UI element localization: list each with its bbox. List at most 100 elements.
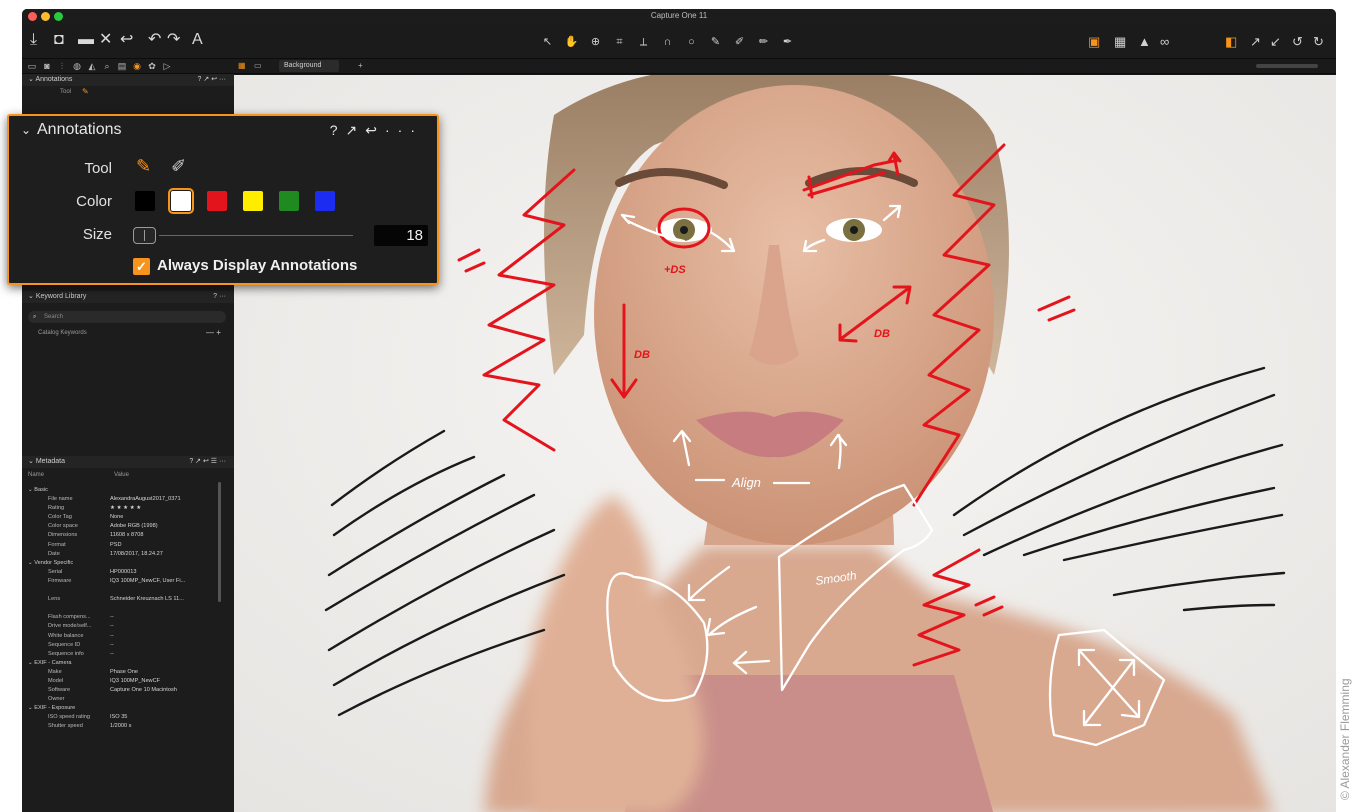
import-icon[interactable]: ⤓ <box>30 30 37 50</box>
crop-tool-icon[interactable]: ⌗ <box>609 33 630 51</box>
browser-grid-icon[interactable]: ▦ <box>1114 33 1126 51</box>
metadata-group[interactable]: ⌄ EXIF - Exposure <box>22 704 222 713</box>
proof-icon[interactable]: ∞ <box>1160 33 1169 51</box>
add-button[interactable]: + <box>358 61 363 70</box>
output-tab-icon[interactable]: ▷ <box>161 59 173 73</box>
metadata-tab-icon[interactable]: ✿ <box>146 59 158 73</box>
brush-tool-icon[interactable]: ✎ <box>705 33 726 51</box>
background-select[interactable]: Background <box>279 60 339 72</box>
metadata-panel-header[interactable]: ⌄ Metadata ? ↗ ↩ ☰ ··· <box>22 456 234 468</box>
redo-icon[interactable]: ↷ <box>167 30 180 50</box>
viewer-mode-icon[interactable]: ▣ <box>1088 33 1100 51</box>
edit-selected-icon[interactable]: ◧ <box>1225 33 1237 51</box>
adjustments-tab-icon[interactable]: ◉ <box>131 59 143 73</box>
reset-icon[interactable]: ↩ <box>365 122 385 138</box>
library-tab-icon[interactable]: ▭ <box>26 59 38 73</box>
metadata-key: Sequence info <box>48 650 84 657</box>
color-tab-icon[interactable]: ◍ <box>71 59 83 73</box>
help-icon[interactable]: ? <box>330 122 346 138</box>
text-icon[interactable]: A <box>192 30 203 50</box>
metadata-scrollbar[interactable] <box>218 482 221 602</box>
zoom-tool-icon[interactable]: ⊕ <box>585 33 606 51</box>
annotations-panel-header[interactable]: ⌄ Annotations ? ↗ ↩ ··· <box>22 74 234 86</box>
metadata-key: Software <box>48 687 71 694</box>
keyword-add-remove[interactable]: — + <box>206 328 221 337</box>
refresh-icon[interactable]: ↻ <box>1313 33 1324 51</box>
db-left-label: DB <box>634 349 650 361</box>
single-view-icon[interactable]: ▦ <box>238 61 246 70</box>
metadata-row: Model IQ3 100MP_NewCF <box>22 677 222 686</box>
align-label: Align <box>731 475 761 490</box>
select-tool-icon[interactable]: ↖ <box>537 33 558 51</box>
multi-view-icon[interactable]: ▭ <box>254 61 262 70</box>
metadata-key: Model <box>48 677 64 684</box>
metadata-row: Serial HP000013 <box>22 568 222 577</box>
metadata-row: Firmware IQ3 100MP_NewCF, User Fi... <box>22 577 222 586</box>
mini-pencil-icon[interactable]: ✎ <box>82 87 89 96</box>
reset-icon[interactable]: ↺ <box>1292 33 1303 51</box>
lens-tab-icon[interactable]: ⫶ <box>56 59 68 73</box>
metadata-value: -- <box>110 614 114 621</box>
undo-back-icon[interactable]: ↶ <box>148 30 161 50</box>
search-placeholder: Search <box>44 314 64 320</box>
catalog-keywords-label: Catalog Keywords <box>38 330 87 336</box>
panel-controls[interactable]: ? ··· <box>213 291 226 303</box>
metadata-key: Dimensions <box>48 532 78 539</box>
cursor-tools: ↖ ✋ ⊕ ⌗ ⟂ ∩ ○ ✎ ✐ ✏ ✒ <box>537 33 817 51</box>
color-swatch[interactable] <box>315 191 335 211</box>
keystone-tool-icon[interactable]: ∩ <box>657 33 678 51</box>
metadata-row: Sequence info -- <box>22 650 222 659</box>
gradient-tool-icon[interactable]: ✏ <box>753 33 774 51</box>
metadata-value: -- <box>110 650 114 657</box>
exposure-warning-icon[interactable]: ▲ <box>1138 33 1151 51</box>
annotation-tool-icon[interactable]: ✒ <box>777 33 798 51</box>
eraser-tool-icon[interactable]: ✐ <box>171 156 186 177</box>
metadata-group[interactable]: ⌄ Vendor Specific <box>22 559 222 568</box>
always-display-label[interactable]: Always Display Annotations <box>157 257 357 274</box>
metadata-value: 17/08/2017, 18.24.27 <box>110 550 163 557</box>
close-icon[interactable]: ✕ <box>99 30 112 50</box>
camera-icon[interactable]: ◘ <box>54 30 64 50</box>
metadata-key: Color space <box>48 523 78 530</box>
spot-tool-icon[interactable]: ○ <box>681 33 702 51</box>
browser-icon[interactable]: ▬ <box>78 30 94 50</box>
expand-icon[interactable]: ↗ <box>346 122 366 138</box>
zoom-slider[interactable] <box>1256 64 1318 68</box>
size-slider-knob[interactable] <box>133 227 156 244</box>
metadata-value: ★ ★ ★ ★ ★ <box>110 505 142 512</box>
color-swatch[interactable] <box>135 191 155 211</box>
metadata-row: Make Phase One <box>22 668 222 677</box>
size-slider-track[interactable] <box>159 235 353 236</box>
keyword-library-header[interactable]: ⌄ Keyword Library ? ··· <box>22 291 234 303</box>
metadata-key: White balance <box>48 632 84 639</box>
pencil-tool-icon[interactable]: ✎ <box>136 156 151 177</box>
more-icon[interactable]: ··· <box>385 122 423 138</box>
capture-tab-icon[interactable]: ◙ <box>41 59 53 73</box>
exposure-tab-icon[interactable]: ◭ <box>86 59 98 73</box>
apply-icon[interactable]: ↙ <box>1270 33 1281 51</box>
title-bar: Capture One 11 <box>22 9 1336 25</box>
color-swatch[interactable] <box>168 188 194 214</box>
color-swatch[interactable] <box>207 191 227 211</box>
color-swatch[interactable] <box>243 191 263 211</box>
copy-icon[interactable]: ↗ <box>1250 33 1261 51</box>
metadata-group[interactable]: ⌄ Basic <box>22 486 222 495</box>
metadata-row: White balance -- <box>22 632 222 641</box>
undo-icon[interactable]: ↩ <box>120 30 133 50</box>
straighten-tool-icon[interactable]: ⟂ <box>633 33 654 51</box>
panel-controls[interactable]: ? ↗ ↩ ··· <box>198 74 226 86</box>
pan-tool-icon[interactable]: ✋ <box>561 33 582 51</box>
size-value-field[interactable]: 18 <box>374 225 428 246</box>
details-tab-icon[interactable]: ⌕ <box>101 59 113 73</box>
eraser-tool-icon[interactable]: ✐ <box>729 33 750 51</box>
tool-tabs: ▭ ◙ ⫶ ◍ ◭ ⌕ ▤ ◉ ✿ ▷ <box>22 59 234 74</box>
color-swatch[interactable] <box>279 191 299 211</box>
keyword-search-input[interactable]: ⌕ Search <box>28 311 226 323</box>
metadata-group[interactable]: ⌄ EXIF - Camera <box>22 659 222 668</box>
panel-controls[interactable]: ? ↗ ↩ ☰ ··· <box>189 456 226 468</box>
popup-title[interactable]: ⌄ Annotations <box>21 121 122 139</box>
always-display-checkbox[interactable]: ✓ <box>133 258 150 275</box>
metadata-row: File name AlexandraAugust2017_0371 <box>22 495 222 504</box>
metadata-value: Adobe RGB (1998) <box>110 523 158 530</box>
local-adjust-tab-icon[interactable]: ▤ <box>116 59 128 73</box>
